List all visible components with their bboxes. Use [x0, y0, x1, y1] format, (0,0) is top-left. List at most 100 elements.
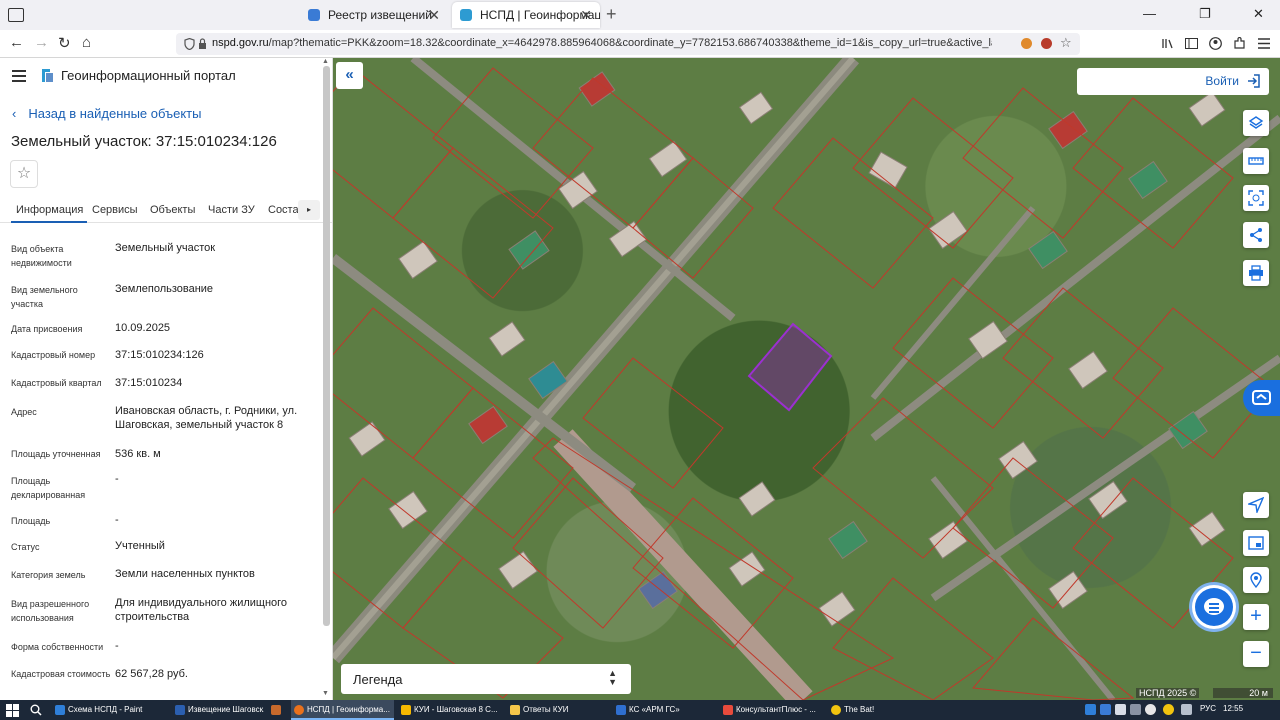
ruler-icon [1248, 157, 1264, 165]
scrollbar-thumb[interactable] [323, 66, 330, 626]
map-attribution: НСПД 2025 © [1136, 688, 1200, 698]
extensions-puzzle-icon[interactable] [1233, 37, 1246, 50]
tab-overview-icon[interactable] [6, 5, 26, 25]
panel-scrollbar[interactable]: ▲ ▼ [322, 58, 331, 700]
shield-icon [184, 38, 195, 50]
zoom-in-button[interactable]: + [1243, 604, 1269, 630]
tray-app-icon[interactable] [1145, 704, 1156, 715]
field-value: 536 кв. м [115, 448, 161, 460]
tray-app-icon[interactable] [1085, 704, 1096, 715]
firefox-app-icon [294, 705, 304, 715]
aerial-map-layer [333, 58, 1280, 700]
url-text: nspd.gov.ru/map?thematic=PKK&zoom=18.32&… [212, 37, 992, 49]
geolocate-button[interactable] [1243, 492, 1269, 518]
measure-button[interactable] [1243, 148, 1269, 174]
nspd-favicon-icon [460, 9, 472, 21]
portal-title: Геоинформационный портал [61, 68, 236, 83]
home-icon[interactable]: ⌂ [82, 34, 91, 51]
taskbar-item-consultant[interactable]: КонсультантПлюс - ... [720, 700, 822, 720]
windows-start-icon[interactable] [6, 704, 19, 717]
tab-objects[interactable]: Объекты [150, 204, 195, 216]
input-language[interactable]: РУС [1200, 704, 1216, 713]
select-area-button[interactable] [1243, 185, 1269, 211]
taskbar-item-folder-answers[interactable]: Ответы КУИ [507, 700, 615, 720]
selected-parcel[interactable] [747, 322, 833, 412]
chat-assistant-button[interactable] [1195, 588, 1233, 626]
field-label: Площадь уточненная [11, 449, 101, 459]
arm-gs-app-icon [616, 705, 626, 715]
minimap-icon [1248, 536, 1264, 550]
new-tab-button[interactable]: + [606, 4, 617, 25]
account-icon[interactable] [1209, 37, 1222, 50]
tab-information[interactable]: Информация [10, 204, 88, 223]
search-location-button[interactable] [1243, 567, 1269, 593]
taskbar-item-paint[interactable]: Схема НСПД - Paint [52, 700, 170, 720]
field-value: 10.09.2025 [115, 322, 171, 334]
tray-app-icon[interactable] [1100, 704, 1111, 715]
field-label: Дата присвоения [11, 324, 83, 334]
speaker-icon[interactable] [1181, 704, 1192, 715]
login-button[interactable]: Войти [1077, 68, 1269, 95]
bookmark-star-icon[interactable]: ☆ [1060, 35, 1072, 51]
zoom-out-button[interactable]: − [1243, 641, 1269, 667]
back-to-results-link[interactable]: ‹ Назад в найденные объекты [12, 106, 201, 121]
registry-favicon-icon [308, 9, 320, 21]
taskbar-item-thebat[interactable]: The Bat! [828, 700, 908, 720]
reload-icon[interactable]: ↻ [58, 34, 71, 52]
layers-button[interactable] [1243, 110, 1269, 136]
tray-app-icon[interactable] [1130, 704, 1141, 715]
collapse-panel-button[interactable]: « [336, 62, 363, 89]
feedback-button[interactable] [1243, 380, 1280, 416]
tray-app-icon[interactable] [1163, 704, 1174, 715]
close-tab-icon[interactable]: ✕ [428, 2, 440, 28]
browser-nav-bar: ← → ↻ ⌂ nspd.gov.ru/map?thematic=PKK&zoo… [0, 30, 1280, 58]
close-tab-icon[interactable]: ✕ [580, 2, 592, 28]
feedback-icon [1252, 390, 1271, 405]
legend-dropdown[interactable]: Легенда ▲ ▼ [341, 664, 631, 694]
folder-icon [510, 705, 520, 715]
browser-tab-registry[interactable]: Реестр извещений ✕ [300, 2, 448, 28]
tab-title: Реестр извещений [328, 8, 432, 22]
field-value: Земли населенных пунктов [115, 568, 255, 580]
share-button[interactable] [1243, 222, 1269, 248]
sidebar-icon[interactable] [1185, 38, 1198, 49]
object-title: Земельный участок: 37:15:010234:126 [11, 133, 277, 150]
tab-land-parts[interactable]: Части ЗУ [208, 204, 255, 216]
library-icon[interactable] [1162, 38, 1174, 49]
taskbar-item-app[interactable] [268, 700, 288, 720]
minimize-window-button[interactable]: — [1143, 6, 1156, 21]
search-icon[interactable] [30, 704, 42, 716]
field-value: Для индивидуального жилищного строительс… [115, 597, 288, 623]
field-value: 37:15:010234 [115, 377, 183, 389]
navigation-arrow-icon [1248, 497, 1264, 513]
tray-app-icon[interactable] [1115, 704, 1126, 715]
tabs-scroll-right-button[interactable]: ▸ [298, 200, 320, 220]
taskbar-item-firefox-nspd[interactable]: НСПД | Геоинформа... [291, 700, 394, 720]
minimap-button[interactable] [1243, 530, 1269, 556]
address-bar[interactable]: nspd.gov.ru/map?thematic=PKK&zoom=18.32&… [176, 33, 1080, 55]
close-window-button[interactable]: ✕ [1253, 6, 1264, 22]
field-label: Площадь декларированная [11, 476, 86, 500]
maximize-window-button[interactable]: ❐ [1199, 6, 1211, 22]
extension-icon[interactable] [1041, 38, 1052, 49]
extension-icon[interactable] [1021, 38, 1032, 49]
scroll-down-arrow-icon[interactable]: ▼ [322, 690, 329, 697]
clock[interactable]: 12:55 [1223, 704, 1243, 713]
tab-composition[interactable]: Состав [268, 204, 300, 216]
hamburger-menu-icon[interactable] [12, 70, 26, 82]
taskbar-item-arm-gs[interactable]: КС «АРМ ГС» [613, 700, 717, 720]
favorite-star-button[interactable]: ☆ [10, 160, 38, 188]
forward-arrow-icon[interactable]: → [34, 34, 49, 51]
print-button[interactable] [1243, 260, 1269, 286]
tab-services[interactable]: Сервисы [92, 204, 138, 216]
menu-icon[interactable] [1258, 38, 1270, 49]
field-value: - [115, 473, 119, 485]
taskbar-item-word-notice[interactable]: Извещение Шаговск... [172, 700, 264, 720]
legend-label: Легенда [353, 672, 403, 687]
field-value: Землепользование [115, 283, 214, 295]
scroll-up-arrow-icon[interactable]: ▲ [322, 58, 329, 65]
map-view[interactable]: « Войти + − Легенда ▲ ▼ НСПД 2025 © 20 м [333, 58, 1280, 700]
browser-tab-nspd[interactable]: НСПД | Геоинформационный ✕ [452, 2, 600, 28]
taskbar-item-folder-kui[interactable]: КУИ - Шаговская 8 С... [398, 700, 504, 720]
back-arrow-icon[interactable]: ← [9, 34, 24, 51]
